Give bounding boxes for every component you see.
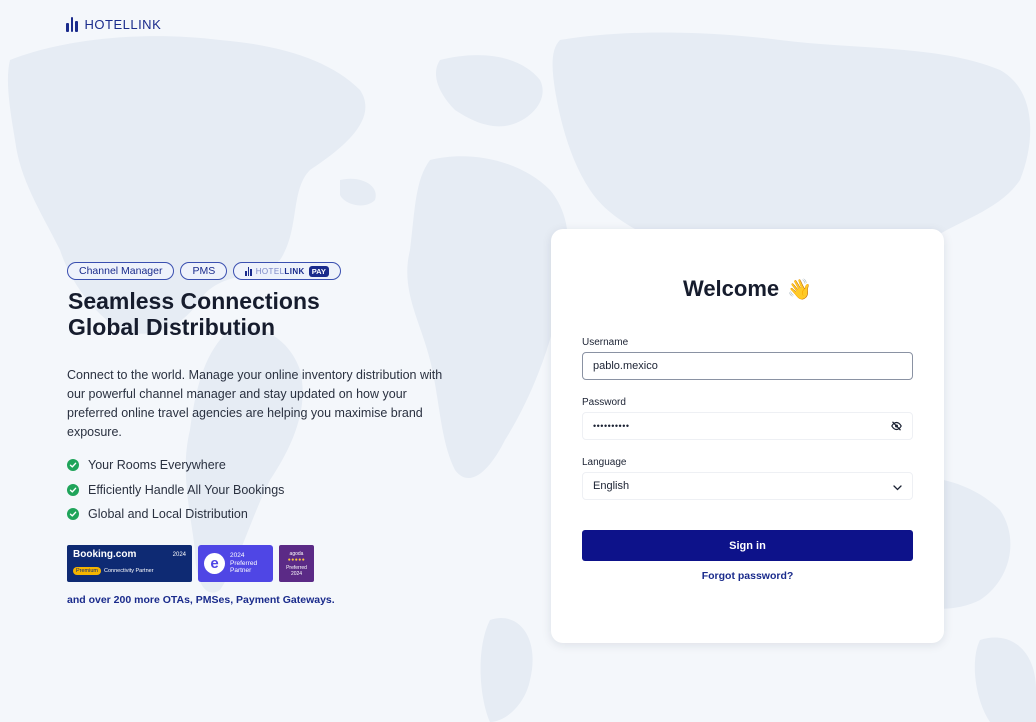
pill-label-light: HOTEL xyxy=(255,266,285,276)
feature-label: Efficiently Handle All Your Bookings xyxy=(88,482,285,497)
page-headline: Seamless Connections Global Distribution xyxy=(68,288,320,340)
headline-line-2: Global Distribution xyxy=(68,314,275,340)
feature-label: Your Rooms Everywhere xyxy=(88,458,226,473)
login-title-text: Welcome xyxy=(682,276,780,301)
check-circle-icon xyxy=(67,508,79,521)
password-input[interactable]: •••••••••• xyxy=(593,421,630,431)
agoda-line-2: 2024 xyxy=(290,570,303,577)
language-value: English xyxy=(593,480,630,492)
booking-year: 2024 xyxy=(172,552,186,558)
expedia-year: 2024 xyxy=(230,552,245,560)
feature-item: Global and Local Distribution xyxy=(67,502,284,527)
expedia-line-1: Preferred xyxy=(230,559,258,567)
feature-item: Efficiently Handle All Your Bookings xyxy=(67,478,284,503)
expedia-badge: e 2024 Preferred Partner xyxy=(198,545,273,582)
pay-tag: PAY xyxy=(308,265,329,277)
pill-pms[interactable]: PMS xyxy=(180,262,228,280)
agoda-dots: ●●●●● xyxy=(287,556,306,563)
pill-channel-manager[interactable]: Channel Manager xyxy=(67,262,175,280)
pill-label-strong: LINK xyxy=(284,266,305,276)
agoda-badge: agoda ●●●●● Preferred 2024 xyxy=(279,545,314,582)
pill-hotellink-pay[interactable]: HOTEL LINK PAY xyxy=(233,262,341,280)
booking-tier: Premium xyxy=(73,567,102,575)
hotellink-logo-icon xyxy=(66,17,78,32)
password-field[interactable]: •••••••••• xyxy=(582,412,913,440)
more-integrations-text: and over 200 more OTAs, PMSes, Payment G… xyxy=(67,594,335,606)
check-circle-icon xyxy=(67,483,79,496)
feature-item: Your Rooms Everywhere xyxy=(67,453,284,478)
eye-off-icon[interactable] xyxy=(891,421,902,434)
login-title: Welcome 👋 xyxy=(551,276,944,302)
expedia-line-2: Partner xyxy=(230,567,252,575)
username-field[interactable] xyxy=(582,352,913,380)
brand-name: HOTELLINK xyxy=(84,17,162,32)
partner-badges: Booking.com 2024 Premium Connectivity Pa… xyxy=(67,545,314,582)
language-label: Language xyxy=(582,457,627,468)
forgot-password-link[interactable]: Forgot password? xyxy=(551,570,944,582)
booking-name: Booking.com xyxy=(73,549,137,560)
booking-subtitle: Connectivity Partner xyxy=(104,568,154,574)
page-description: Connect to the world. Manage your online… xyxy=(67,368,443,439)
chevron-down-icon xyxy=(893,482,902,494)
product-pills: Channel Manager PMS HOTEL LINK PAY xyxy=(67,262,341,280)
feature-label: Global and Local Distribution xyxy=(88,507,248,522)
feature-list: Your Rooms Everywhere Efficiently Handle… xyxy=(67,453,284,527)
headline-line-1: Seamless Connections xyxy=(68,288,320,314)
sign-in-button[interactable]: Sign in xyxy=(582,530,913,561)
pill-label: Channel Manager xyxy=(79,265,163,277)
brand-logo[interactable]: HOTELLINK xyxy=(66,17,161,32)
username-input[interactable] xyxy=(593,360,902,372)
pill-label: PMS xyxy=(192,265,216,277)
language-select[interactable]: English xyxy=(582,472,913,500)
password-label: Password xyxy=(582,397,626,408)
booking-badge: Booking.com 2024 Premium Connectivity Pa… xyxy=(67,545,192,582)
check-circle-icon xyxy=(67,459,79,472)
login-card: Welcome 👋 Username Password •••••••••• L… xyxy=(551,229,944,643)
hotellink-logo-icon xyxy=(245,266,252,276)
expedia-logo-icon: e xyxy=(204,553,225,574)
agoda-line-1: Preferred xyxy=(286,564,307,571)
username-label: Username xyxy=(582,337,629,348)
wave-emoji-icon: 👋 xyxy=(787,278,813,301)
